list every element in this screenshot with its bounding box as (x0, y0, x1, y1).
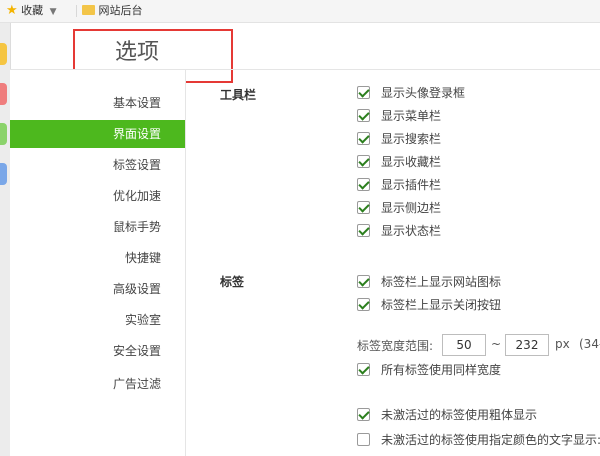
nav-item-shortcuts[interactable]: 快捷键 (10, 244, 185, 272)
nav-item-interface[interactable]: 界面设置 (10, 120, 185, 148)
tab-width-label: 标签宽度范围: (357, 339, 434, 353)
option-label: 显示插件栏 (381, 178, 442, 192)
checkbox[interactable] (357, 363, 370, 376)
nav-item-basic[interactable]: 基本设置 (10, 89, 185, 117)
toolbar-section-heading: 工具栏 (220, 88, 257, 102)
tab-width-min-input[interactable] (442, 334, 486, 356)
range-separator: ~ (491, 337, 502, 351)
option-label: 标签栏上显示关闭按钮 (381, 298, 502, 312)
nav-item-ad-filter[interactable]: 广告过滤 (10, 370, 185, 398)
width-range-hint: (34- (579, 337, 600, 351)
option-label: 标签栏上显示网站图标 (381, 275, 502, 289)
nav-item-mouse-gestures[interactable]: 鼠标手势 (10, 213, 185, 241)
star-icon: ★ (6, 3, 18, 18)
width-unit: px (555, 337, 570, 351)
nav-item-lab[interactable]: 实验室 (10, 306, 185, 334)
tabs-section-heading: 标签 (220, 275, 245, 289)
side-tab-red[interactable] (0, 83, 7, 105)
checkbox[interactable] (357, 201, 370, 214)
option-label: 显示侧边栏 (381, 201, 442, 215)
nav-item-security[interactable]: 安全设置 (10, 337, 185, 365)
favorites-label: 收藏 (21, 4, 44, 17)
nav-item-optimize[interactable]: 优化加速 (10, 182, 185, 210)
checkbox[interactable] (357, 109, 370, 122)
checkbox[interactable] (357, 275, 370, 288)
option-label: 所有标签使用同样宽度 (381, 363, 502, 377)
chevron-down-icon: ▼ (49, 7, 57, 17)
checkbox[interactable] (357, 408, 370, 421)
tab-width-max-input[interactable] (505, 334, 549, 356)
settings-sidebar: 基本设置 界面设置 标签设置 优化加速 鼠标手势 快捷键 高级设置 实验室 安全… (10, 70, 186, 456)
option-label: 显示搜索栏 (381, 132, 442, 146)
bookmarks-bar: ★ 收藏 ▼ 网站后台 (0, 0, 600, 23)
bookmarks-separator (76, 5, 77, 17)
nav-item-tabs[interactable]: 标签设置 (10, 151, 185, 179)
nav-item-advanced[interactable]: 高级设置 (10, 275, 185, 303)
side-tab-blue[interactable] (0, 163, 7, 185)
checkbox[interactable] (357, 132, 370, 145)
checkbox[interactable] (357, 298, 370, 311)
option-label: 未激活过的标签使用粗体显示 (381, 408, 538, 422)
checkbox[interactable] (357, 86, 370, 99)
folder-icon (82, 5, 95, 15)
checkbox[interactable] (357, 224, 370, 237)
option-label: 显示菜单栏 (381, 109, 442, 123)
checkbox[interactable] (357, 178, 370, 191)
side-tab-yellow[interactable] (0, 43, 7, 65)
option-label: 显示状态栏 (381, 224, 442, 238)
bookmark-folder[interactable]: 网站后台 (82, 3, 143, 19)
checkbox[interactable] (357, 155, 370, 168)
checkbox[interactable] (357, 433, 370, 446)
bookmark-folder-label: 网站后台 (98, 4, 143, 17)
favorites-menu[interactable]: ★ 收藏 ▼ (6, 3, 57, 19)
option-label: 显示头像登录框 (381, 86, 466, 100)
side-tab-green[interactable] (0, 123, 7, 145)
option-label: 显示收藏栏 (381, 155, 442, 169)
option-label: 未激活过的标签使用指定颜色的文字显示: (381, 433, 600, 447)
